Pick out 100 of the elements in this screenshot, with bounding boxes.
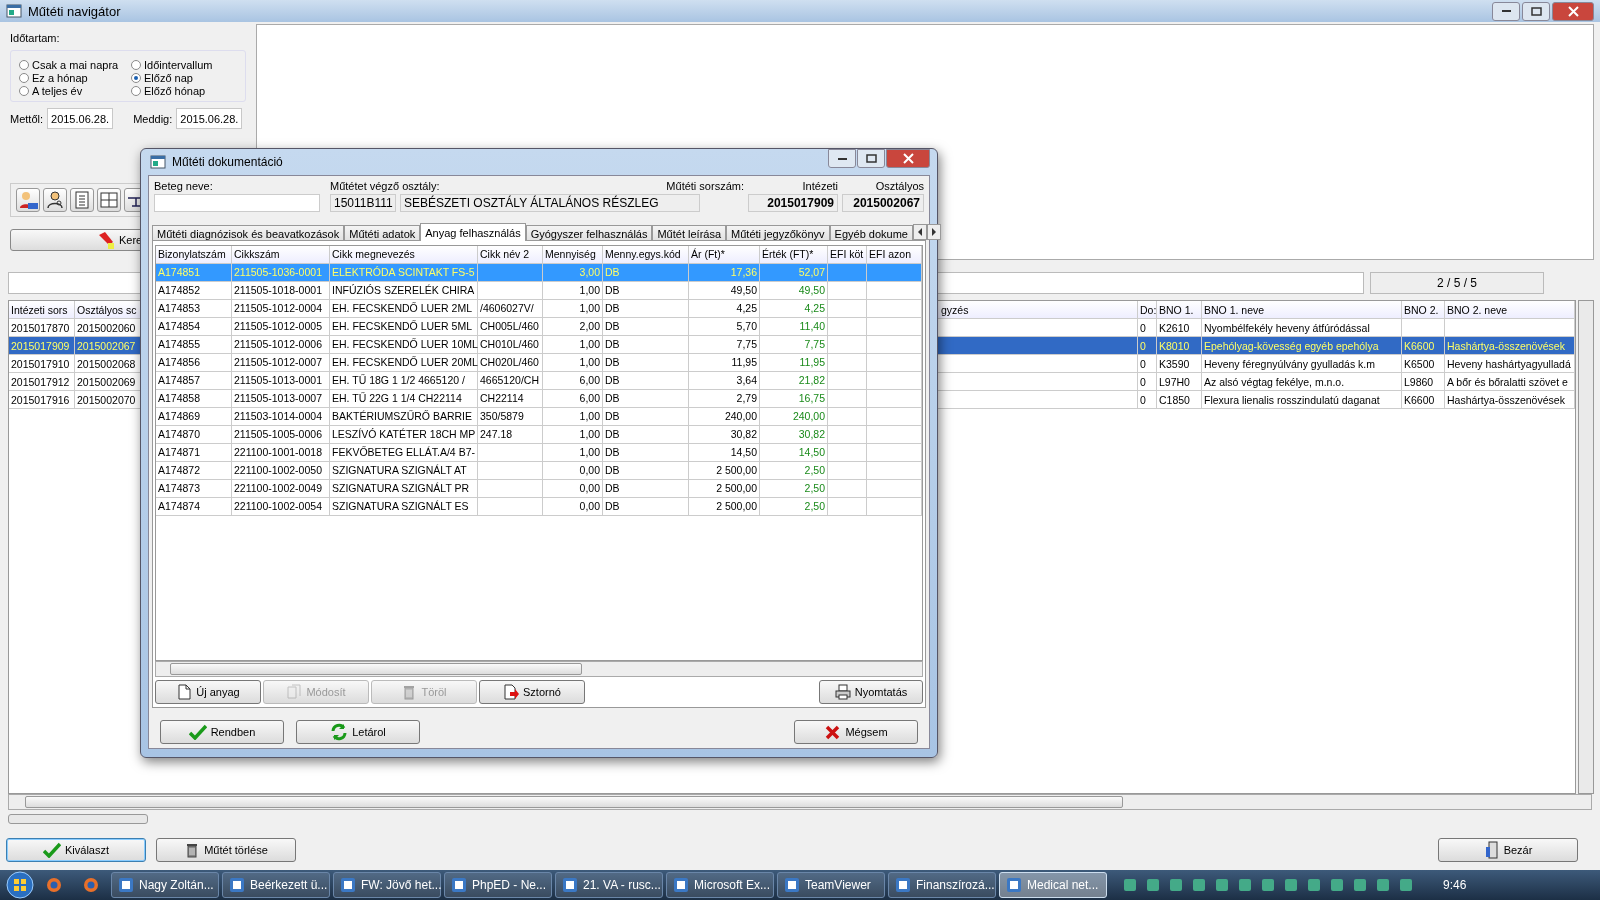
table-cell: A174873	[156, 480, 232, 497]
radio-label: Időintervallum	[144, 59, 213, 71]
table-cell: 2015017910	[9, 355, 75, 372]
table-cell: 211505-1013-0001	[232, 372, 330, 389]
column-header: Do:	[1138, 301, 1157, 318]
table-cell: DB	[603, 300, 689, 317]
column-header: Mennyiség	[543, 246, 603, 263]
table-cell: 2 500,00	[689, 462, 760, 479]
table-cell: A174853	[156, 300, 232, 317]
radio-label: Ez a hónap	[32, 72, 88, 84]
table-cell: 2,79	[689, 390, 760, 407]
table-cell: 350/5879	[478, 408, 543, 425]
table-cell: 1,00	[543, 354, 603, 371]
field-label: Beteg neve:	[154, 180, 214, 192]
column-header: BNO 2. neve	[1445, 301, 1575, 318]
table-cell: EH. TŰ 18G 1 1/2 4665120 /	[330, 372, 478, 389]
table-cell: 2015017870	[9, 319, 75, 336]
table-cell: 221100-1001-0018	[232, 444, 330, 461]
table-cell: DB	[603, 390, 689, 407]
table-cell: A174854	[156, 318, 232, 335]
table-cell: 3,64	[689, 372, 760, 389]
table-cell: DB	[603, 282, 689, 299]
table-cell: 11,40	[760, 318, 828, 335]
serial-field: 2015017909	[748, 194, 838, 212]
table-cell: DB	[603, 372, 689, 389]
table-cell: 2,00	[543, 318, 603, 335]
column-header: Bizonylatszám	[156, 246, 232, 263]
radio-label: Előző nap	[144, 72, 193, 84]
field-label: Műtétet végző osztály:	[330, 180, 440, 192]
table-cell: K8010	[1157, 337, 1202, 354]
radio-label: A teljes év	[32, 85, 83, 97]
table-cell: 211505-1036-0001	[232, 264, 330, 281]
table-cell: INFÚZIÓS SZERELÉK CHIRA	[330, 282, 478, 299]
table-cell: EH. FECSKENDŐ LUER 5ML	[330, 318, 478, 335]
table-cell: 49,50	[760, 282, 828, 299]
table-cell: 21,82	[760, 372, 828, 389]
table-cell: CH005L/460	[478, 318, 543, 335]
table-cell: 1,00	[543, 282, 603, 299]
table-cell: L9860	[1402, 373, 1445, 390]
table-cell: 6,00	[543, 372, 603, 389]
radio-label: Előző hónap	[144, 85, 206, 97]
table-cell: EH. TŰ 22G 1 1/4 CH22114	[330, 390, 478, 407]
table-cell: Flexura lienalis rosszindulatú daganat	[1202, 391, 1402, 408]
table-cell: 30,82	[760, 426, 828, 443]
table-cell: 0	[1138, 319, 1157, 336]
field-label: Műtéti sorszám:	[666, 180, 744, 192]
table-cell: CH010L/460	[478, 336, 543, 353]
column-header: Menny.egys.kód	[603, 246, 689, 263]
table-cell: A bőr és bőralatti szövet e	[1445, 373, 1575, 390]
table-cell: DB	[603, 336, 689, 353]
table-cell: 52,07	[760, 264, 828, 281]
table-cell: 2015017916	[9, 391, 75, 408]
table-cell: 2015017912	[9, 373, 75, 390]
table-cell: A174874	[156, 498, 232, 515]
field-label: Intézeti	[801, 180, 838, 192]
table-cell: SZIGNATURA SZIGNÁLT ES	[330, 498, 478, 515]
table-cell: 0,00	[543, 480, 603, 497]
table-cell: FEKVŐBETEG ELLÁT.A/4 B7-	[330, 444, 478, 461]
record-counter: 2 / 5 / 5	[1370, 272, 1544, 294]
field-label: Osztályos	[874, 180, 924, 192]
table-cell: BAKTÉRIUMSZŰRŐ BARRIE	[330, 408, 478, 425]
group-label: Időtartam:	[10, 32, 61, 44]
table-cell: 14,50	[760, 444, 828, 461]
table-cell: 1,00	[543, 408, 603, 425]
table-cell: 1,00	[543, 336, 603, 353]
table-cell: 6,00	[543, 390, 603, 407]
table-cell: 0	[1138, 337, 1157, 354]
table-cell: 2 500,00	[689, 480, 760, 497]
table-cell: DB	[603, 318, 689, 335]
table-cell: Heveny hashártyagyulladá	[1445, 355, 1575, 372]
table-cell: DB	[603, 444, 689, 461]
table-cell: 211505-1012-0007	[232, 354, 330, 371]
table-cell: 1,00	[543, 444, 603, 461]
table-cell: 7,75	[760, 336, 828, 353]
table-cell: SZIGNATURA SZIGNÁLT PR	[330, 480, 478, 497]
field-label: Meddig:	[133, 112, 173, 125]
table-cell: 0	[1138, 355, 1157, 372]
table-cell: DB	[603, 498, 689, 515]
table-cell: 2015017909	[9, 337, 75, 354]
table-cell: 211505-1018-0001	[232, 282, 330, 299]
department-name-field: SEBÉSZETI OSZTÁLY ÁLTALÁNOS RÉSZLEG	[400, 194, 700, 212]
table-cell: 240,00	[689, 408, 760, 425]
table-cell: DB	[603, 462, 689, 479]
radio-label: Csak a mai napra	[32, 59, 119, 71]
table-cell: 1,00	[543, 426, 603, 443]
table-cell: 4665120/CH	[478, 372, 543, 389]
column-header: Ár (Ft)*	[689, 246, 760, 263]
table-cell: 221100-1002-0054	[232, 498, 330, 515]
table-cell: CH020L/460	[478, 354, 543, 371]
table-cell: 240,00	[760, 408, 828, 425]
table-cell: Hashártya-összenövések	[1445, 391, 1575, 408]
table-cell: 0,00	[543, 498, 603, 515]
table-cell: 211505-1005-0006	[232, 426, 330, 443]
table-cell: SZIGNATURA SZIGNÁLT AT	[330, 462, 478, 479]
table-cell: 49,50	[689, 282, 760, 299]
table-cell: Nyombélfekély heveny átfúródással	[1202, 319, 1402, 336]
table-cell: 211505-1012-0006	[232, 336, 330, 353]
table-cell: ELEKTRÓDA SCINTAKT FS-5	[330, 264, 478, 281]
table-cell: EH. FECSKENDŐ LUER 2ML	[330, 300, 478, 317]
table-cell: 0	[1138, 373, 1157, 390]
